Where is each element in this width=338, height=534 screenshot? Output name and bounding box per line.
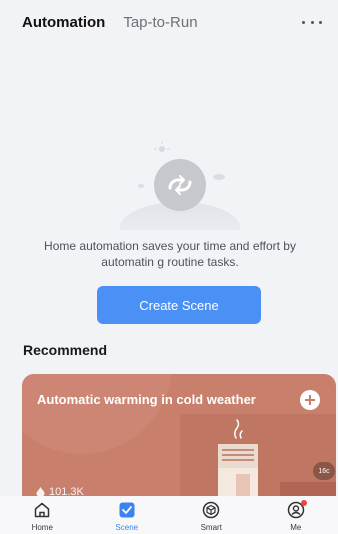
recommend-card-title: Automatic warming in cold weather: [37, 392, 256, 407]
nav-label-me: Me: [290, 523, 302, 532]
notification-badge: [300, 500, 307, 506]
top-tab-bar: Automation Tap-to-Run: [0, 0, 338, 44]
nav-label-smart: Smart: [200, 523, 222, 532]
nav-item-home[interactable]: Home: [0, 496, 85, 534]
home-icon: [35, 502, 50, 518]
nav-item-scene[interactable]: Scene: [85, 496, 170, 534]
recommend-card[interactable]: Automatic warming in cold weather 16c 10…: [22, 374, 336, 514]
nav-label-home: Home: [31, 523, 53, 532]
more-options-icon[interactable]: [302, 14, 322, 30]
sun-icon: [154, 141, 170, 152]
scene-checkbox-icon: [119, 502, 135, 518]
empty-state-message: Home automation saves your time and effo…: [44, 239, 296, 269]
create-scene-button[interactable]: Create Scene: [97, 286, 261, 324]
empty-state-illustration: [120, 141, 240, 230]
bottom-navigation: Home Scene Smart Me: [0, 496, 338, 534]
nav-item-smart[interactable]: Smart: [169, 496, 254, 534]
temperature-badge: 16c: [313, 462, 335, 480]
nav-label-scene: Scene: [115, 523, 139, 532]
smart-cube-icon: [203, 501, 220, 519]
recommend-heading: Recommend: [23, 342, 108, 358]
tab-automation[interactable]: Automation: [22, 14, 105, 31]
add-scene-icon[interactable]: [300, 390, 320, 410]
tab-tap-to-run[interactable]: Tap-to-Run: [123, 14, 197, 31]
nav-item-me[interactable]: Me: [254, 496, 338, 534]
